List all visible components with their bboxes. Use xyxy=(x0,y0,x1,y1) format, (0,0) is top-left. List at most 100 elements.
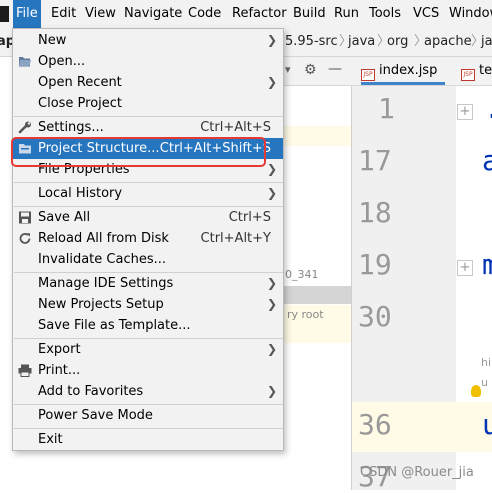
save-icon xyxy=(19,211,31,224)
menu-item-label: Export xyxy=(38,342,81,357)
fold-expand-icon[interactable]: + xyxy=(457,104,473,120)
project-toolbar: ▾ ⚙ — xyxy=(283,57,351,86)
jsp-file-icon: JSP xyxy=(461,69,475,81)
line-number: 30 xyxy=(358,300,392,333)
menu-item-label: Add to Favorites xyxy=(38,384,144,399)
menu-item-add-to-favorites[interactable]: Add to Favorites ❯ xyxy=(13,381,283,402)
code-text: u xyxy=(482,408,492,441)
fold-expand-icon[interactable]: + xyxy=(457,260,473,276)
watermark: CSDN @Rouer_jia xyxy=(360,465,474,480)
menu-item-label: Manage IDE Settings xyxy=(38,276,174,291)
tab-te[interactable]: JSP te xyxy=(461,57,492,85)
code-text: . xyxy=(484,92,492,125)
menu-edit[interactable]: Edit xyxy=(48,0,79,28)
submenu-arrow-icon: ❯ xyxy=(266,186,277,200)
menu-file[interactable]: File xyxy=(13,0,41,28)
menu-item-label: Settings... xyxy=(38,120,104,135)
menu-refactor[interactable]: Refactor xyxy=(229,0,290,28)
submenu-arrow-icon: ❯ xyxy=(266,33,277,47)
folder-icon xyxy=(19,57,31,67)
menu-item-print[interactable]: Print... xyxy=(13,360,283,381)
menu-item-shortcut: Ctrl+S xyxy=(228,210,271,225)
menu-item-label: Reload All from Disk xyxy=(38,231,169,246)
breadcrumb-item[interactable]: 5.95-src xyxy=(285,28,338,56)
menu-code[interactable]: Code xyxy=(185,0,224,28)
menu-view[interactable]: View xyxy=(82,0,119,28)
menu-item-label: Exit xyxy=(38,432,63,447)
lightbulb-icon[interactable] xyxy=(471,385,481,397)
app-logo-icon xyxy=(0,6,9,22)
code-text: a xyxy=(482,144,492,177)
menu-item-close-project[interactable]: Close Project xyxy=(13,93,283,114)
submenu-arrow-icon: ❯ xyxy=(266,297,277,311)
menu-item-label: New Projects Setup xyxy=(38,297,164,312)
menu-item-export[interactable]: Export ❯ xyxy=(13,339,283,360)
project-tree-text: ry root xyxy=(287,308,324,321)
menu-item-label: Print... xyxy=(38,363,81,378)
submenu-arrow-icon: ❯ xyxy=(266,342,277,356)
menu-item-reload-all[interactable]: Reload All from Disk Ctrl+Alt+Y xyxy=(13,228,283,249)
project-tree-text: 0_341 xyxy=(285,268,319,281)
minimize-icon[interactable]: — xyxy=(328,61,342,77)
submenu-arrow-icon: ❯ xyxy=(266,384,277,398)
menu-item-label: Close Project xyxy=(38,96,123,111)
menu-vcs[interactable]: VCS xyxy=(410,0,442,28)
collapse-icon[interactable]: ▾ xyxy=(285,63,291,76)
menu-build[interactable]: Build xyxy=(290,0,329,28)
line-number: 17 xyxy=(358,144,392,177)
menu-item-shortcut: Ctrl+Alt+Y xyxy=(200,231,271,246)
breadcrumb-item[interactable]: ja xyxy=(481,28,492,56)
menu-item-new[interactable]: New ❯ xyxy=(13,30,283,51)
menu-item-invalidate-caches[interactable]: Invalidate Caches... xyxy=(13,249,283,270)
jsp-file-icon: JSP xyxy=(361,69,375,81)
menu-item-label: Local History xyxy=(38,186,123,201)
menu-item-local-history[interactable]: Local History ❯ xyxy=(13,183,283,204)
menu-window[interactable]: Window xyxy=(446,0,492,28)
menu-item-settings[interactable]: Settings... Ctrl+Alt+S xyxy=(13,117,283,138)
menu-run[interactable]: Run xyxy=(331,0,362,28)
line-number: 19 xyxy=(358,248,392,281)
menu-item-exit[interactable]: Exit xyxy=(13,429,283,450)
wrench-icon xyxy=(18,121,31,134)
tab-label: index.jsp xyxy=(379,63,438,78)
printer-icon xyxy=(18,364,32,377)
menu-item-label: Power Save Mode xyxy=(38,408,153,423)
menu-item-power-save-mode[interactable]: Power Save Mode xyxy=(13,405,283,426)
menu-item-open[interactable]: Open... xyxy=(13,51,283,72)
menu-item-label: Save File as Template... xyxy=(38,318,191,333)
gear-icon[interactable]: ⚙ xyxy=(304,62,317,78)
line-number: 1 xyxy=(378,92,395,125)
code-text: m xyxy=(482,248,492,281)
code-hint-text: u xyxy=(481,376,488,389)
menu-item-save-file-as-template[interactable]: Save File as Template... xyxy=(13,315,283,336)
menu-item-label: Save All xyxy=(38,210,91,225)
gutter-divider xyxy=(351,86,352,490)
menu-navigate[interactable]: Navigate xyxy=(121,0,185,28)
project-tree-row xyxy=(283,126,351,146)
menu-item-label: Invalidate Caches... xyxy=(38,252,167,267)
menu-item-open-recent[interactable]: Open Recent ❯ xyxy=(13,72,283,93)
line-number: 18 xyxy=(358,196,392,229)
file-menu-dropdown: New ❯ Open... Open Recent ❯ Close Projec… xyxy=(12,28,284,451)
annotation-highlight-box xyxy=(11,137,266,167)
editor-tabs: JSP index.jsp JSP te xyxy=(351,57,492,86)
submenu-arrow-icon: ❯ xyxy=(266,276,277,290)
menu-item-save-all[interactable]: Save All Ctrl+S xyxy=(13,207,283,228)
menu-item-new-projects-setup[interactable]: New Projects Setup ❯ xyxy=(13,294,283,315)
menu-item-manage-ide-settings[interactable]: Manage IDE Settings ❯ xyxy=(13,273,283,294)
tab-label: te xyxy=(479,63,492,78)
menu-item-label: Open Recent xyxy=(38,75,122,90)
menu-item-label: New xyxy=(38,33,67,48)
menu-item-shortcut: Ctrl+Alt+S xyxy=(200,120,271,135)
menu-tools[interactable]: Tools xyxy=(366,0,404,28)
submenu-arrow-icon: ❯ xyxy=(266,162,277,176)
line-number: 36 xyxy=(358,408,392,441)
breadcrumb-item[interactable]: java xyxy=(348,28,375,56)
submenu-arrow-icon: ❯ xyxy=(266,75,277,89)
tab-index-jsp[interactable]: JSP index.jsp xyxy=(361,57,446,85)
code-hint-text: hi xyxy=(481,356,492,369)
project-tree-row-selected[interactable] xyxy=(283,286,351,304)
breadcrumb-item[interactable]: org xyxy=(387,28,408,56)
menu-bar: File Edit View Navigate Code Refactor Bu… xyxy=(0,0,492,28)
breadcrumb-item[interactable]: apache xyxy=(424,28,472,56)
